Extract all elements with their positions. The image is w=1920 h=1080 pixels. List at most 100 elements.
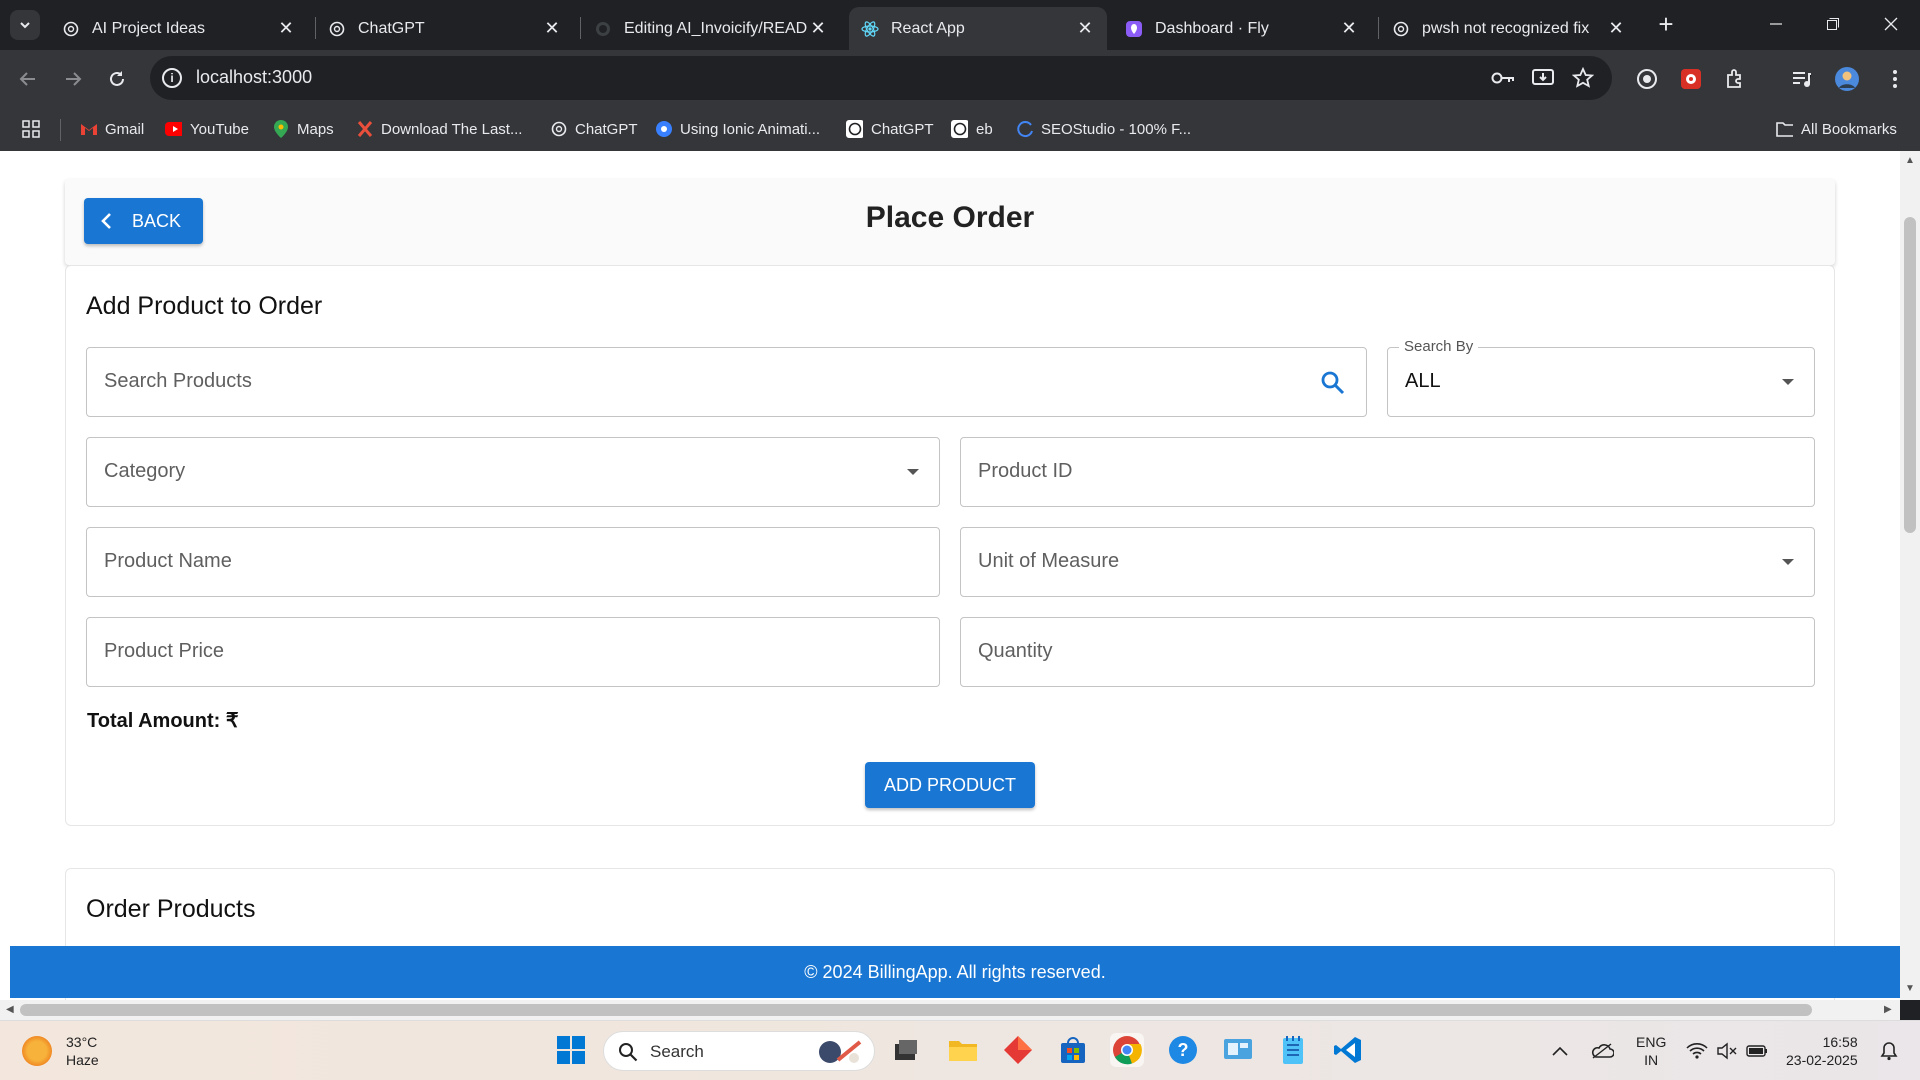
bookmark-label: SEOStudio - 100% F... (1041, 120, 1192, 138)
openai-icon (846, 120, 863, 138)
back-nav-button[interactable] (13, 64, 43, 94)
tab-react-app[interactable]: React App ✕ (849, 7, 1107, 50)
reload-button[interactable] (102, 64, 132, 94)
bookmark-ionic[interactable]: Using Ionic Animati... (655, 118, 820, 140)
bookmark-gmail[interactable]: Gmail (80, 118, 144, 140)
ionic-icon (655, 121, 672, 138)
wifi-icon[interactable] (1686, 1021, 1708, 1080)
openai-icon (951, 120, 968, 138)
quantity-field[interactable]: Quantity (960, 617, 1815, 687)
vertical-scrollbar[interactable]: ▲ ▼ (1900, 151, 1920, 1000)
tab-chatgpt[interactable]: ChatGPT ✕ (316, 7, 574, 50)
product-id-field[interactable]: Product ID (960, 437, 1815, 507)
tab-dashboard-fly[interactable]: Dashboard · Fly ✕ (1113, 7, 1371, 50)
new-tab-button[interactable]: + (1652, 11, 1680, 39)
weather-sun-icon (22, 1036, 52, 1066)
close-icon[interactable]: ✕ (276, 18, 296, 39)
search-icon[interactable] (1320, 370, 1346, 396)
bookmark-youtube[interactable]: YouTube (165, 118, 249, 140)
clock-time: 16:58 (1822, 1034, 1858, 1050)
site-info-icon[interactable]: i (162, 68, 182, 88)
notification-bell-icon[interactable] (1880, 1021, 1898, 1080)
tab-title: Editing AI_Invoicify/README (624, 19, 808, 37)
horizontal-scrollbar[interactable]: ◀ ▶ (0, 1000, 1900, 1020)
bookmark-maps[interactable]: Maps (272, 118, 334, 140)
close-icon[interactable]: ✕ (542, 18, 562, 39)
diamond-app[interactable] (1001, 1033, 1035, 1067)
bookmarks-divider (60, 119, 61, 141)
password-key-icon[interactable] (1490, 65, 1516, 91)
weather-widget[interactable]: 33°C Haze (22, 1033, 99, 1069)
store-icon (1061, 1037, 1085, 1063)
task-view-app[interactable] (889, 1033, 923, 1067)
arrow-left-icon (19, 72, 35, 86)
file-explorer-app[interactable] (946, 1033, 980, 1067)
vscode-app[interactable] (1331, 1033, 1365, 1067)
gmail-icon (80, 121, 97, 138)
scroll-up-icon[interactable]: ▲ (1905, 155, 1915, 166)
volume-muted-icon[interactable] (1716, 1021, 1738, 1080)
product-name-field[interactable]: Product Name (86, 527, 940, 597)
store-app[interactable] (1056, 1033, 1090, 1067)
all-bookmarks[interactable]: All Bookmarks (1776, 118, 1897, 140)
bookmark-download[interactable]: Download The Last... (356, 118, 522, 140)
product-price-field[interactable]: Product Price (86, 617, 940, 687)
minimize-button[interactable] (1756, 8, 1796, 40)
install-app-icon[interactable] (1530, 65, 1556, 91)
extensions-puzzle-icon[interactable] (1722, 66, 1748, 92)
close-window-button[interactable] (1871, 8, 1911, 40)
control-panel-app[interactable] (1221, 1033, 1255, 1067)
close-icon[interactable]: ✕ (1075, 18, 1095, 39)
more-menu-icon[interactable] (1882, 66, 1908, 92)
extension-red-icon[interactable] (1678, 66, 1704, 92)
add-product-card: Add Product to Order Search Products Sea… (65, 265, 1835, 826)
apps-grid-icon[interactable] (22, 118, 40, 140)
forward-nav-button[interactable] (58, 64, 88, 94)
bookmark-label: ChatGPT (871, 120, 934, 138)
language-indicator[interactable]: ENG IN (1636, 1021, 1666, 1080)
taskbar-search[interactable]: Search (603, 1031, 875, 1071)
help-app[interactable]: ? (1166, 1033, 1200, 1067)
red-diamond-icon (1004, 1036, 1032, 1064)
add-product-button[interactable]: ADD PRODUCT (865, 762, 1035, 808)
tab-editing-readme[interactable]: Editing AI_Invoicify/README ✕ (582, 7, 840, 50)
restore-button[interactable] (1813, 8, 1853, 40)
maps-pin-icon (272, 120, 289, 138)
folder-icon (949, 1041, 977, 1061)
battery-icon[interactable] (1746, 1021, 1768, 1080)
bookmark-chatgpt-2[interactable]: ChatGPT (846, 118, 934, 140)
tray-overflow-icon[interactable] (1552, 1021, 1568, 1080)
media-control-icon[interactable] (1788, 66, 1814, 92)
tab-ai-project-ideas[interactable]: AI Project Ideas ✕ (50, 7, 308, 50)
category-select[interactable]: Category (86, 437, 940, 507)
bookmark-eb[interactable]: eb (951, 118, 993, 140)
bookmark-star-icon[interactable] (1570, 65, 1596, 91)
search-input[interactable]: Search Products (86, 347, 1367, 417)
restore-icon (1827, 18, 1839, 30)
bookmark-seostudio[interactable]: SEOStudio - 100% F... (1016, 118, 1191, 140)
bookmark-chatgpt[interactable]: ChatGPT (550, 118, 638, 140)
chrome-app[interactable] (1110, 1033, 1144, 1067)
bookmark-label: Download The Last... (381, 120, 523, 138)
profile-avatar[interactable] (1834, 66, 1860, 92)
close-icon[interactable]: ✕ (1606, 18, 1626, 39)
start-button[interactable] (554, 1033, 588, 1067)
category-placeholder: Category (104, 460, 186, 482)
unit-of-measure-select[interactable]: Unit of Measure (960, 527, 1815, 597)
scrollbar-thumb[interactable] (1904, 217, 1916, 533)
tab-pwsh-fix[interactable]: pwsh not recognized fix ✕ (1380, 7, 1638, 50)
scroll-right-icon[interactable]: ▶ (1884, 1004, 1892, 1015)
system-clock[interactable]: 16:58 23-02-2025 (1786, 1021, 1858, 1080)
address-bar[interactable]: i localhost:3000 (150, 56, 1612, 100)
scroll-down-icon[interactable]: ▼ (1905, 983, 1915, 994)
notepad-app[interactable] (1276, 1033, 1310, 1067)
react-icon (861, 20, 879, 38)
scroll-left-icon[interactable]: ◀ (6, 1004, 14, 1015)
close-icon[interactable]: ✕ (1339, 18, 1359, 39)
search-by-select[interactable]: Search By ALL (1387, 338, 1815, 417)
scrollbar-thumb[interactable] (20, 1004, 1812, 1016)
tab-search-button[interactable] (10, 10, 40, 40)
extension-target-icon[interactable] (1634, 66, 1660, 92)
close-icon[interactable]: ✕ (808, 18, 828, 39)
onedrive-icon[interactable] (1590, 1021, 1614, 1080)
